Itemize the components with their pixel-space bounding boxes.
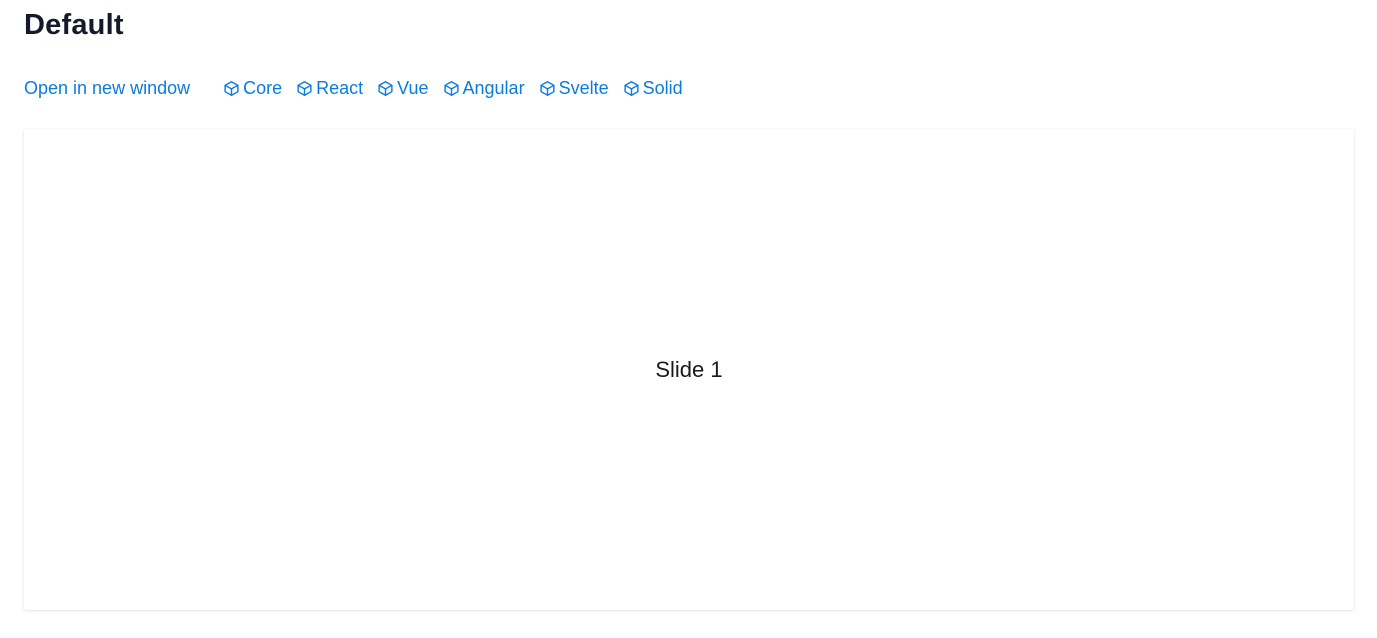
slide-label: Slide 1 (655, 356, 723, 382)
cube-icon (443, 80, 460, 97)
page: Default Open in new window Core React Vu… (0, 0, 1377, 638)
slider-demo-frame[interactable]: Slide 1 (24, 129, 1354, 610)
framework-link-react[interactable]: React (296, 76, 363, 100)
framework-link-label: Angular (462, 78, 525, 98)
framework-link-solid[interactable]: Solid (623, 76, 683, 100)
demo-links-bar: Open in new window Core React Vue Angula… (24, 76, 683, 100)
cube-icon (623, 80, 640, 97)
cube-icon (296, 80, 313, 97)
framework-link-vue[interactable]: Vue (377, 76, 429, 100)
page-title: Default (24, 9, 124, 41)
framework-link-label: Solid (642, 78, 683, 98)
cube-icon (539, 80, 556, 97)
cube-icon (377, 80, 394, 97)
open-in-new-window-link[interactable]: Open in new window (24, 76, 190, 100)
framework-link-core[interactable]: Core (223, 76, 282, 100)
cube-icon (223, 80, 240, 97)
framework-link-label: Vue (397, 78, 429, 98)
framework-link-label: Core (243, 78, 283, 98)
framework-link-label: React (316, 78, 364, 98)
framework-link-label: Svelte (558, 78, 609, 98)
framework-link-svelte[interactable]: Svelte (539, 76, 609, 100)
framework-link-angular[interactable]: Angular (443, 76, 525, 100)
